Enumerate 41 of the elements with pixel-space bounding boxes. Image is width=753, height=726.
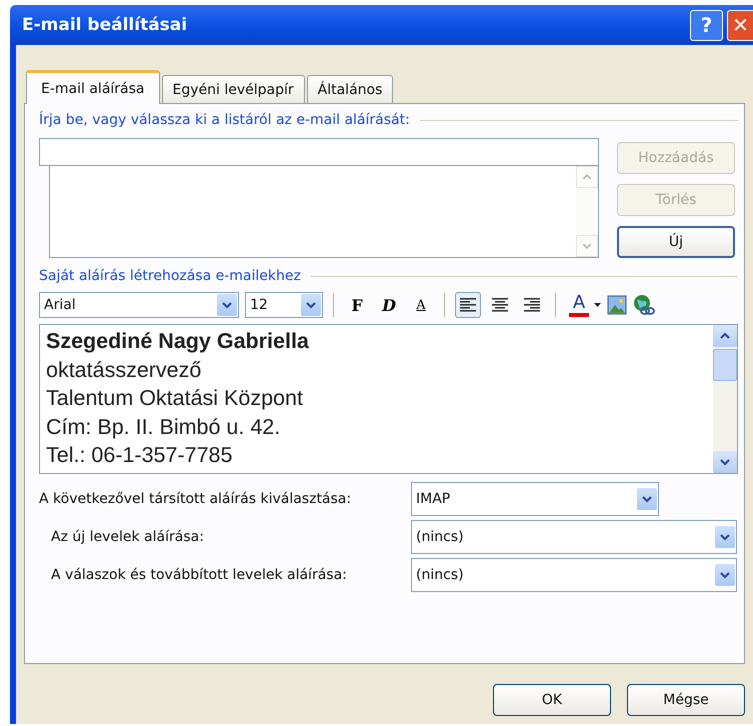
align-lines-icon (459, 297, 477, 313)
signature-editor[interactable]: Szegediné Nagy Gabriella oktatásszervező Talentum Oktatási Központ Cím: Bp. II. Bimbó u. 42. Tel.: 06-1-357-7785 (39, 324, 738, 474)
signature-dropdown[interactable]: (nincs) (411, 558, 737, 592)
tab[interactable]: E-mail aláírása (26, 70, 160, 104)
scroll-down-icon[interactable] (713, 451, 737, 473)
signature-dropdown[interactable]: IMAP (411, 482, 659, 516)
dialog-button[interactable]: Új (617, 226, 735, 258)
align-lines-icon (523, 297, 541, 313)
scrollbar[interactable] (713, 325, 737, 473)
signature-line: Tel.: 06-1-357-7785 (46, 442, 234, 469)
signature-line: Szegediné Nagy Gabriella (46, 328, 310, 355)
align-left-button[interactable] (455, 292, 481, 318)
format-button[interactable]: D (376, 292, 402, 318)
help-button[interactable]: ? (690, 10, 723, 40)
scroll-thumb[interactable] (713, 349, 737, 381)
caret-icon[interactable] (594, 303, 601, 307)
globe-link-icon[interactable] (633, 294, 655, 316)
size-dropdown[interactable]: 12 (245, 292, 323, 318)
section-heading: Írja be, vagy válassza ki a listáról az e-mail aláírását: (39, 112, 410, 128)
section-heading: Saját aláírás létrehozása e-mailekhez (39, 268, 301, 284)
format-button[interactable]: F (344, 292, 370, 318)
signature-line: oktatásszervező (46, 356, 202, 384)
field-label: A válaszok és továbbított levelek aláírása: (50, 567, 348, 583)
format-button[interactable]: A (408, 292, 434, 318)
dialog-button[interactable]: Mégse (627, 684, 745, 716)
field-label: A következővel társított aláírás kiválasztása: (39, 491, 352, 507)
signature-dropdown[interactable]: (nincs) (411, 520, 737, 554)
font-dropdown[interactable]: Arial (39, 292, 239, 318)
tab[interactable]: Általános (306, 75, 394, 103)
signature-line: Cím: Bp. II. Bimbó u. 42. (46, 414, 282, 440)
tab[interactable]: Egyéni levélpapír (162, 75, 305, 103)
picture-icon[interactable] (607, 295, 627, 315)
signature-name-field[interactable] (39, 138, 599, 166)
field-label: Az új levelek aláírása: (50, 529, 205, 545)
scroll-up-icon[interactable] (713, 325, 737, 347)
window-title: E-mail beállításai (22, 15, 188, 35)
close-button[interactable]: ✕ (727, 10, 753, 40)
dialog-button[interactable]: OK (493, 684, 611, 716)
font-color-button[interactable]: A (566, 292, 592, 318)
signature-line: Talentum Oktatási Központ (46, 385, 304, 412)
align-lines-icon (491, 297, 509, 313)
